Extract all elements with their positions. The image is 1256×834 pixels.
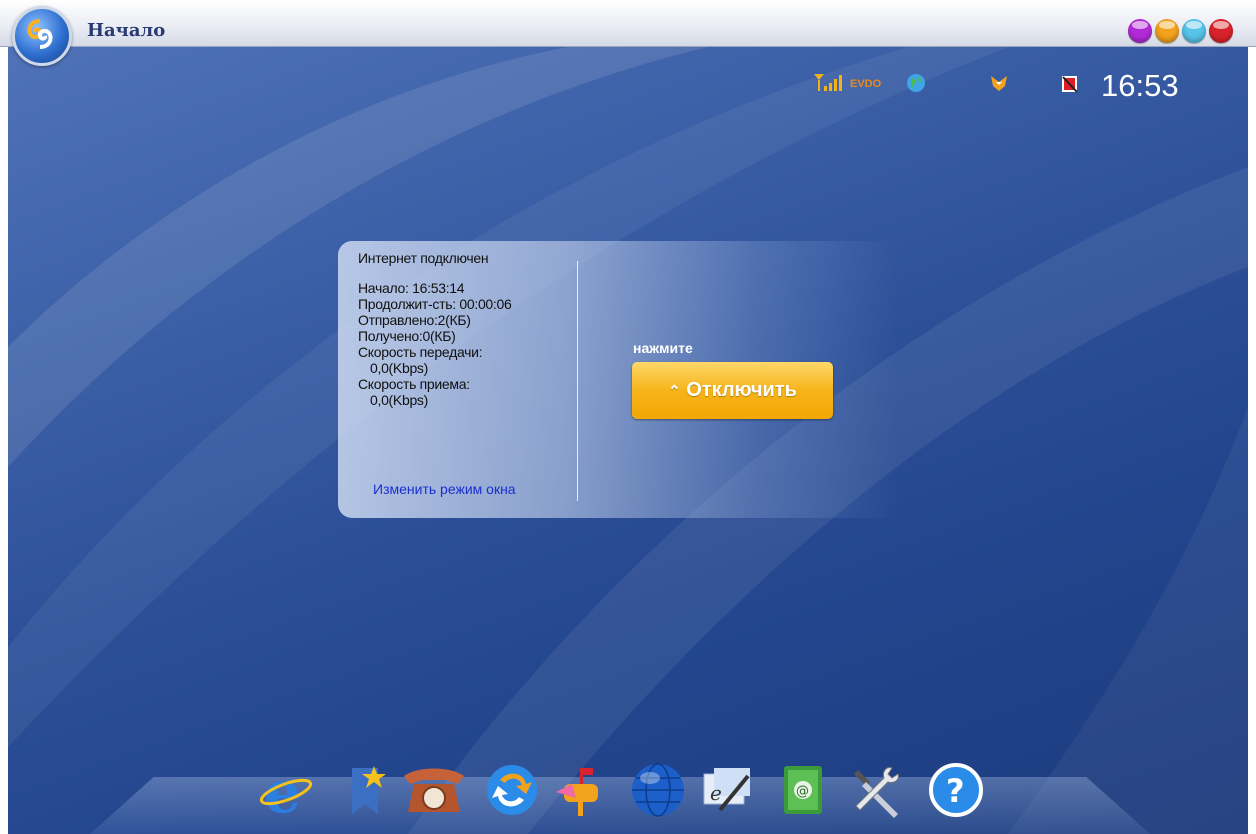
download-speed-label: Скорость приема: [358, 376, 470, 392]
clock: 16:53 [1101, 68, 1179, 103]
app-logo-icon[interactable] [12, 6, 72, 66]
globe-status-icon [907, 74, 925, 92]
panel-divider [577, 261, 578, 501]
minimize-button[interactable] [1128, 19, 1152, 43]
press-prompt: нажмите [633, 340, 693, 356]
sync-icon[interactable] [484, 762, 540, 818]
connection-heading: Интернет подключен [358, 250, 489, 266]
signal-icon [814, 74, 842, 91]
svg-text:e: e [710, 781, 722, 805]
sms-mailbox-icon[interactable] [554, 762, 610, 818]
change-window-mode-link[interactable]: Изменить режим окна [373, 481, 516, 497]
address-book-icon[interactable]: @ [776, 762, 832, 818]
upload-speed-value: 0,0(Kbps) [370, 360, 428, 376]
telephone-icon[interactable] [398, 762, 470, 818]
notepad-icon[interactable]: e [700, 762, 756, 818]
help-icon[interactable]: ? [928, 762, 984, 818]
maximize-button[interactable] [1182, 19, 1206, 43]
disconnect-label: Отключить [686, 379, 797, 401]
duration: Продолжит-сть: 00:00:06 [358, 296, 512, 312]
double-chevron-up-icon: ⌃ [668, 383, 681, 400]
upload-speed-label: Скорость передачи: [358, 344, 483, 360]
internet-explorer-icon[interactable]: e [258, 762, 314, 818]
network-type-label: EVDO [850, 78, 882, 90]
download-speed-value: 0,0(Kbps) [370, 392, 428, 408]
close-button[interactable] [1209, 19, 1233, 43]
restore-button[interactable] [1155, 19, 1179, 43]
sent-bytes: Отправлено:2(КБ) [358, 312, 471, 328]
svg-text:@: @ [796, 784, 809, 799]
tools-icon[interactable] [848, 762, 904, 818]
start-time: Начало: 16:53:14 [358, 280, 465, 296]
dock-shelf [90, 777, 1150, 834]
sim-card-icon [1062, 76, 1078, 93]
globe-icon[interactable] [630, 762, 686, 818]
connection-status-panel: Интернет подключен Начало: 16:53:14 Прод… [338, 241, 898, 518]
title-bar: Начало [0, 0, 1256, 47]
favorites-icon[interactable] [338, 762, 394, 818]
window-title: Начало [87, 20, 166, 41]
disconnect-button[interactable]: ⌃ Отключить [632, 362, 833, 419]
received-bytes: Получено:0(КБ) [358, 328, 456, 344]
firewall-icon [991, 76, 1007, 91]
svg-text:?: ? [946, 772, 965, 810]
